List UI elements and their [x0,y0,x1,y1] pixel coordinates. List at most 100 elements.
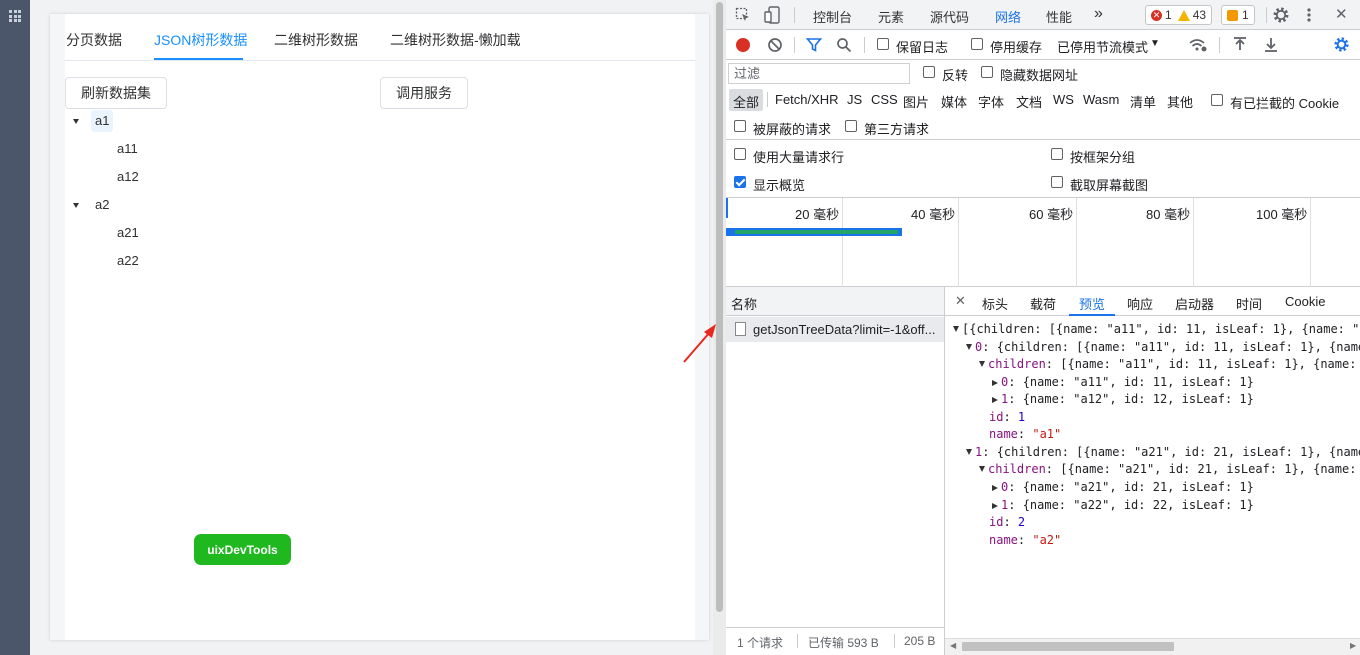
preview-line[interactable]: children: [{name: "a11", id: 11, isLeaf:… [979,356,1360,373]
tree-node-a11[interactable]: a11 [113,138,142,160]
expand-right-icon[interactable] [992,379,998,386]
clear-icon[interactable] [767,37,783,53]
devtools-tab-network[interactable]: 网络 [995,7,1021,26]
detail-tab-timing[interactable]: 时间 [1236,294,1262,313]
blocked-cookies-checkbox[interactable] [1211,94,1223,106]
call-service-button[interactable]: 调用服务 [380,77,468,109]
caret-down-icon[interactable] [73,202,79,208]
search-icon[interactable] [836,37,852,53]
preview-line[interactable]: 1: {name: "a12", id: 12, isLeaf: 1} [992,391,1360,408]
filter-icon[interactable] [806,37,822,53]
request-list-header[interactable]: 名称 [726,287,944,316]
detail-tab-cookies[interactable]: Cookie [1285,294,1325,309]
tree-node-a1[interactable]: a1 [73,110,114,132]
close-detail-icon[interactable]: ✕ [955,293,966,309]
expand-down-icon[interactable] [979,466,985,473]
expand-down-icon[interactable] [966,448,972,455]
tree-node-a22[interactable]: a22 [113,250,143,272]
settings-gear-icon[interactable] [1272,6,1290,24]
kebab-menu-icon[interactable] [1306,7,1312,23]
issues-badge[interactable]: ✕ 1 43 [1145,5,1213,25]
tree-node-label[interactable]: a1 [91,110,114,132]
scroll-left-icon[interactable]: ◀ [950,641,956,650]
refresh-dataset-button[interactable]: 刷新数据集 [65,77,167,109]
large-rows-checkbox[interactable] [734,148,746,160]
type-filter-doc[interactable]: 文档 [1016,92,1042,111]
type-filter-other[interactable]: 其他 [1167,92,1193,111]
tab-2d-tree-data[interactable]: 二维树形数据 [274,30,358,50]
throttling-select[interactable]: 已停用节流模式 [1057,37,1148,56]
preview-scrollbar-thumb[interactable] [962,642,1174,651]
tab-json-tree-data[interactable]: JSON树形数据 [154,30,247,50]
detail-tab-headers[interactable]: 标头 [982,294,1008,313]
preview-line[interactable]: 0: {name: "a11", id: 11, isLeaf: 1} [992,374,1360,391]
type-filter-css[interactable]: CSS [871,92,898,107]
inspect-element-icon[interactable] [735,7,751,23]
devtools-tab-elements[interactable]: 元素 [878,7,904,26]
invert-checkbox[interactable] [923,66,935,78]
tree-node-a12[interactable]: a12 [113,166,143,188]
expand-down-icon[interactable] [966,343,972,350]
network-conditions-icon[interactable] [1189,38,1207,52]
type-filter-all[interactable]: 全部 [733,92,759,111]
detail-tab-payload[interactable]: 载荷 [1030,294,1056,313]
messages-badge[interactable]: 1 [1221,5,1255,25]
tree-node-label[interactable]: a11 [113,138,142,160]
expand-down-icon[interactable] [953,326,959,332]
uix-devtools-button[interactable]: uixDevTools [194,534,291,565]
export-har-icon[interactable] [1264,37,1278,53]
type-filter-fetch-xhr[interactable]: Fetch/XHR [775,92,839,107]
page-scrollbar-thumb[interactable] [716,2,723,612]
capture-screenshots-checkbox[interactable] [1051,176,1063,188]
tab-paged-data[interactable]: 分页数据 [66,30,122,50]
third-party-checkbox[interactable] [845,120,857,132]
show-overview-checkbox[interactable] [734,176,746,188]
preview-line[interactable]: 1: {name: "a22", id: 22, isLeaf: 1} [992,497,1360,514]
preview-line[interactable]: [{children: [{name: "a11", id: 11, isLea… [953,321,1360,338]
type-filter-media[interactable]: 媒体 [941,92,967,111]
expand-right-icon[interactable] [992,484,998,491]
close-icon[interactable]: ✕ [1335,5,1348,23]
apps-grid-icon[interactable] [9,10,21,22]
preview-line[interactable]: 1: {children: [{name: "a21", id: 21, isL… [966,444,1360,461]
devtools-tab-console[interactable]: 控制台 [813,7,852,26]
type-filter-ws[interactable]: WS [1053,92,1074,107]
preview-line[interactable]: 0: {name: "a21", id: 21, isLeaf: 1} [992,479,1360,496]
caret-down-icon[interactable] [73,118,79,124]
chevron-down-icon[interactable]: ▼ [1150,38,1160,49]
disable-cache-checkbox[interactable] [971,38,983,50]
expand-down-icon[interactable] [979,361,985,368]
expand-right-icon[interactable] [992,502,998,509]
preview-line[interactable]: children: [{name: "a21", id: 21, isLeaf:… [979,461,1360,478]
type-filter-js[interactable]: JS [847,92,862,107]
network-settings-gear-icon[interactable] [1333,36,1350,53]
detail-tab-preview[interactable]: 预览 [1079,294,1105,313]
panel-splitter[interactable] [944,287,945,655]
type-filter-font[interactable]: 字体 [978,92,1004,111]
type-filter-manifest[interactable]: 清单 [1130,92,1156,111]
preview-line[interactable]: 0: {children: [{name: "a11", id: 11, isL… [966,339,1360,356]
tab-2d-tree-lazy[interactable]: 二维树形数据-懒加载 [390,30,521,50]
detail-tab-response[interactable]: 响应 [1127,294,1153,313]
expand-right-icon[interactable] [992,397,998,404]
scroll-right-icon[interactable]: ▶ [1350,641,1356,650]
type-filter-wasm[interactable]: Wasm [1083,92,1119,107]
more-tabs-icon[interactable]: » [1094,5,1103,23]
hide-data-urls-checkbox[interactable] [981,66,993,78]
detail-tab-initiator[interactable]: 启动器 [1175,294,1214,313]
import-har-icon[interactable] [1233,37,1247,53]
tree-node-a2[interactable]: a2 [73,194,113,216]
devtools-tab-performance[interactable]: 性能 [1046,7,1072,26]
tree-node-label[interactable]: a21 [113,222,143,244]
record-icon[interactable] [736,38,750,52]
blocked-requests-checkbox[interactable] [734,120,746,132]
tree-node-a21[interactable]: a21 [113,222,143,244]
filter-input[interactable] [728,63,910,84]
device-toggle-icon[interactable] [764,6,780,24]
tree-node-label[interactable]: a22 [113,250,143,272]
tree-node-label[interactable]: a12 [113,166,143,188]
tree-node-label[interactable]: a2 [91,194,113,216]
type-filter-img[interactable]: 图片 [903,92,929,111]
devtools-tab-sources[interactable]: 源代码 [930,7,969,26]
group-by-frame-checkbox[interactable] [1051,148,1063,160]
